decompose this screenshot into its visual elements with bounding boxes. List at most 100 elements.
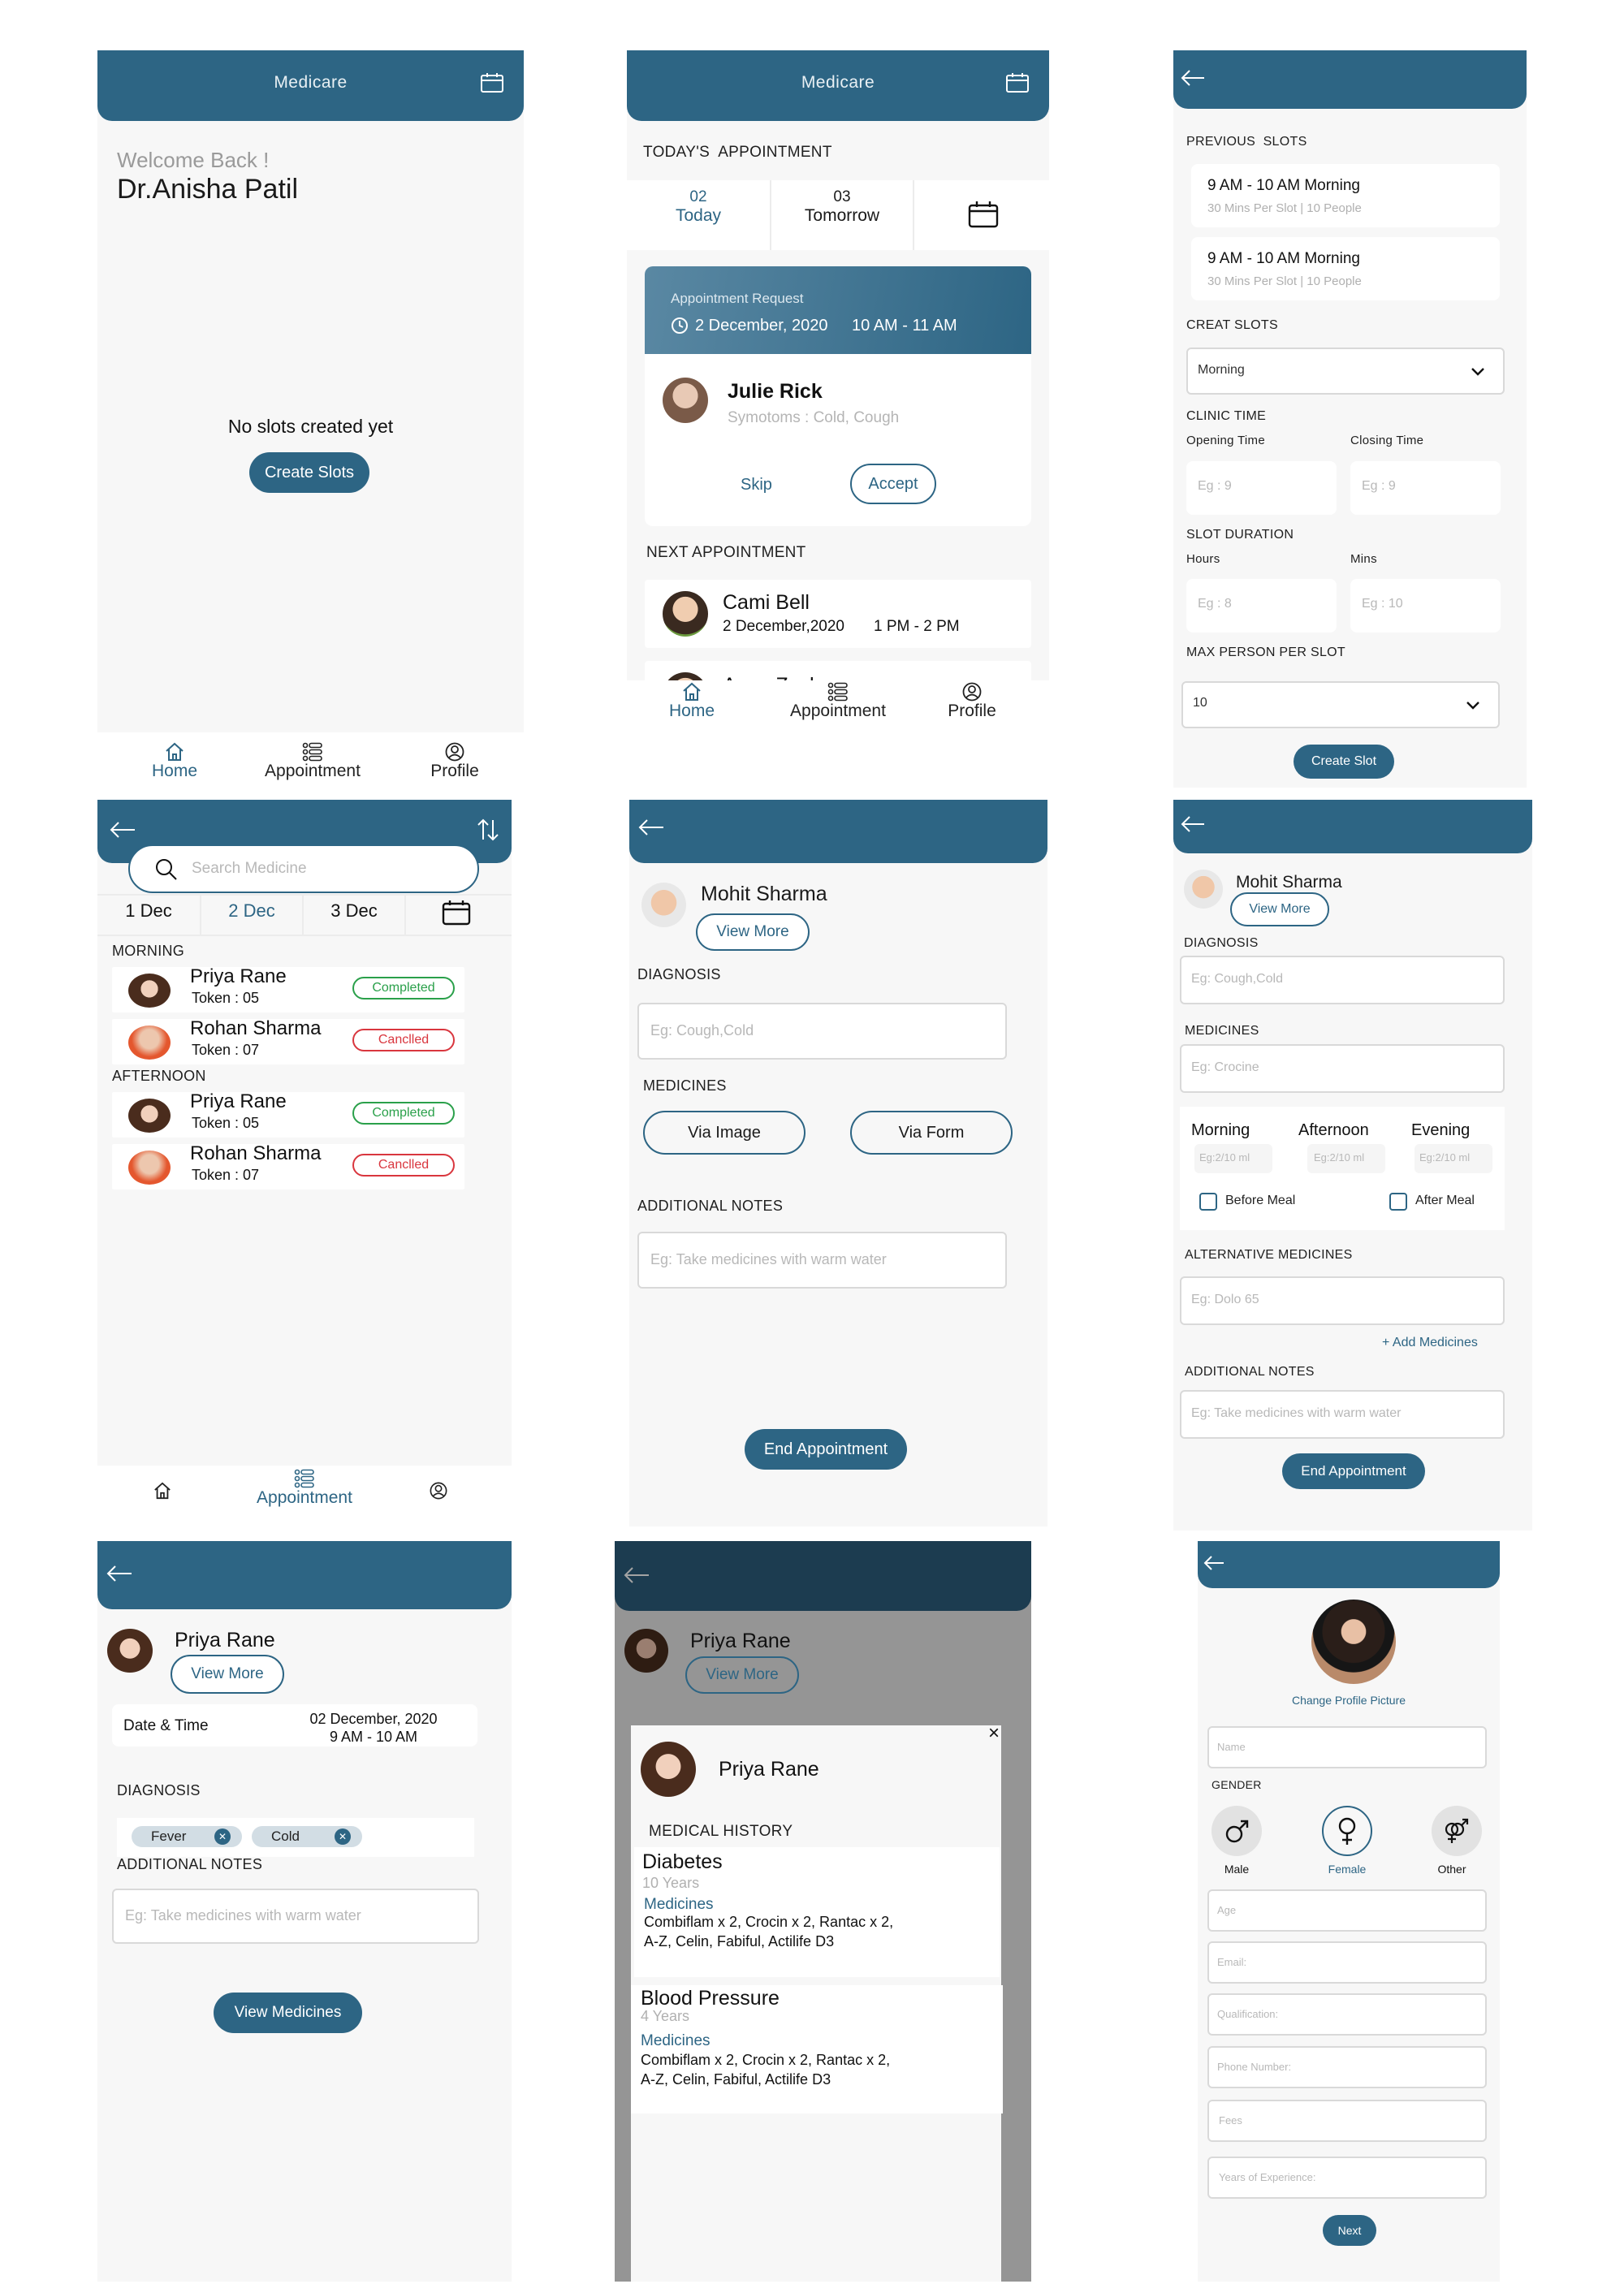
placeholder: Eg: Take medicines with warm water: [650, 1251, 887, 1267]
nav-home[interactable]: Home: [651, 682, 732, 721]
view-more-button[interactable]: View More: [685, 1656, 799, 1694]
notes-input[interactable]: Eg: Take medicines with warm water: [637, 1232, 1007, 1289]
gender-other[interactable]: [1432, 1806, 1482, 1856]
view-more-button[interactable]: View More: [1230, 892, 1329, 926]
calendar-icon[interactable]: [1005, 71, 1030, 94]
nav-home[interactable]: [146, 1482, 179, 1500]
phone-input[interactable]: Phone Number:: [1207, 2046, 1487, 2088]
date-tab-tomorrow[interactable]: 03 Tomorrow: [771, 188, 913, 226]
placeholder: Eg : 10: [1362, 597, 1403, 611]
empty-message: No slots created yet: [227, 416, 394, 437]
fees-input[interactable]: Fees: [1207, 2100, 1487, 2142]
end-appointment-button[interactable]: End Appointment: [1282, 1453, 1425, 1489]
nav-home[interactable]: Home: [130, 742, 219, 781]
other-gender-icon: [1445, 1818, 1469, 1843]
notes-input[interactable]: Eg: Take medicines with warm water: [1180, 1390, 1505, 1439]
previous-slot-item[interactable]: 9 AM - 10 AM Morning 30 Mins Per Slot | …: [1191, 164, 1500, 227]
remove-chip-icon[interactable]: ✕: [335, 1828, 351, 1845]
name-input[interactable]: Name: [1207, 1726, 1487, 1768]
appointment-item[interactable]: Priya Rane Token : 05 Completed: [112, 1090, 464, 1138]
end-appointment-button[interactable]: End Appointment: [745, 1429, 907, 1470]
skip-button[interactable]: Skip: [741, 476, 772, 494]
search-input[interactable]: Search Medicine: [128, 844, 479, 893]
token: Token : 07: [192, 1167, 260, 1183]
calendar-picker-icon[interactable]: [442, 899, 471, 926]
view-more-button[interactable]: View More: [171, 1655, 284, 1694]
nav-profile[interactable]: Profile: [410, 742, 499, 781]
via-form-button[interactable]: Via Form: [850, 1111, 1013, 1155]
nav-profile[interactable]: [422, 1482, 455, 1500]
remove-chip-icon[interactable]: ✕: [214, 1828, 231, 1845]
date-tab[interactable]: 3 Dec: [304, 900, 404, 922]
accept-button[interactable]: Accept: [850, 464, 936, 504]
back-arrow-icon[interactable]: [637, 818, 665, 837]
doctor-name: Dr.Anisha Patil: [117, 174, 298, 205]
calendar-icon[interactable]: [480, 71, 504, 94]
view-more-button[interactable]: View More: [696, 913, 810, 951]
before-meal-checkbox[interactable]: [1199, 1193, 1217, 1211]
opening-time-input[interactable]: Eg : 9: [1186, 461, 1337, 515]
back-arrow-icon[interactable]: [1180, 814, 1206, 834]
morning-dose-input[interactable]: Eg:2/10 ml: [1194, 1144, 1272, 1173]
create-slots-button[interactable]: Create Slots: [249, 452, 369, 493]
back-arrow-icon[interactable]: [623, 1565, 650, 1585]
add-medicines-link[interactable]: + Add Medicines: [1382, 1336, 1478, 1350]
next-appointment-item[interactable]: Cami Bell 2 December,2020 1 PM - 2 PM: [645, 580, 1031, 648]
nav-appointment[interactable]: Appointment: [252, 742, 374, 781]
sort-icon[interactable]: [476, 818, 500, 842]
nav-profile[interactable]: Profile: [931, 682, 1013, 721]
appointment-item[interactable]: Rohan Sharma Token : 07 Canclled: [112, 1017, 464, 1064]
back-arrow-icon[interactable]: [1180, 68, 1206, 88]
view-medicines-button[interactable]: View Medicines: [214, 1993, 362, 2033]
experience-input[interactable]: Years of Experience:: [1207, 2157, 1487, 2199]
change-picture-link[interactable]: Change Profile Picture: [1198, 1694, 1500, 1707]
appointment-item[interactable]: Priya Rane Token : 05 Completed: [112, 965, 464, 1012]
mins-input[interactable]: Eg : 10: [1350, 579, 1501, 633]
nav-appointment[interactable]: Appointment: [244, 1469, 365, 1508]
screen-home-today: Medicare TODAY'S APPOINTMENT 02 Today 03…: [627, 50, 1049, 732]
closing-time-input[interactable]: Eg : 9: [1350, 461, 1501, 515]
period-select[interactable]: Morning: [1186, 348, 1505, 395]
profile-icon: [430, 1482, 447, 1500]
gender-female[interactable]: [1322, 1806, 1372, 1856]
diagnosis-input[interactable]: Eg: Cough,Cold: [1180, 956, 1505, 1004]
placeholder: Eg: Crocine: [1191, 1060, 1259, 1074]
via-image-button[interactable]: Via Image: [643, 1111, 806, 1155]
patient-name: Priya Rane: [190, 965, 287, 987]
evening-dose-input[interactable]: Eg:2/10 ml: [1415, 1144, 1492, 1173]
token: Token : 05: [192, 990, 260, 1006]
appointment-date: 2 December,2020: [723, 618, 844, 635]
date-tab-label: Tomorrow: [804, 206, 880, 225]
afternoon-dose-input[interactable]: Eg:2/10 ml: [1307, 1144, 1385, 1173]
after-meal-checkbox[interactable]: [1389, 1193, 1407, 1211]
email-input[interactable]: Email:: [1207, 1941, 1487, 1984]
qualification-input[interactable]: Qualification:: [1207, 1993, 1487, 2036]
age-input[interactable]: Age: [1207, 1889, 1487, 1932]
next-button[interactable]: Next: [1323, 2215, 1376, 2246]
create-slot-button[interactable]: Create Slot: [1294, 745, 1394, 779]
date-tab-today[interactable]: 02 Today: [627, 188, 770, 226]
placeholder: Years of Experience:: [1219, 2171, 1316, 2183]
back-arrow-icon[interactable]: [106, 1564, 133, 1583]
gender-male[interactable]: [1212, 1806, 1262, 1856]
close-icon[interactable]: ×: [988, 1722, 1000, 1745]
date-tab[interactable]: 1 Dec: [97, 900, 200, 922]
back-arrow-icon[interactable]: [109, 820, 136, 840]
hours-input[interactable]: Eg : 8: [1186, 579, 1337, 633]
modal-patient-name: Priya Rane: [719, 1758, 819, 1781]
nav-home-label: Home: [668, 702, 715, 720]
back-arrow-icon[interactable]: [1203, 1554, 1225, 1572]
alternative-medicines-input[interactable]: Eg: Dolo 65: [1180, 1276, 1505, 1325]
notes-input[interactable]: Eg: Take medicines with warm water: [112, 1889, 479, 1944]
previous-slot-item[interactable]: 9 AM - 10 AM Morning 30 Mins Per Slot | …: [1191, 237, 1500, 300]
profile-picture[interactable]: [1311, 1600, 1396, 1684]
date-tab[interactable]: 2 Dec: [201, 900, 302, 922]
diagnosis-input[interactable]: Eg: Cough,Cold: [637, 1003, 1007, 1060]
status-cancelled: Canclled: [352, 1029, 455, 1051]
nav-appointment[interactable]: Appointment: [777, 682, 899, 721]
placeholder: Eg: Take medicines with warm water: [1191, 1406, 1402, 1420]
max-person-select[interactable]: 10: [1181, 681, 1500, 728]
appointment-item[interactable]: Rohan Sharma Token : 07 Canclled: [112, 1142, 464, 1189]
calendar-picker-icon[interactable]: [968, 200, 999, 229]
medicines-input[interactable]: Eg: Crocine: [1180, 1044, 1505, 1093]
